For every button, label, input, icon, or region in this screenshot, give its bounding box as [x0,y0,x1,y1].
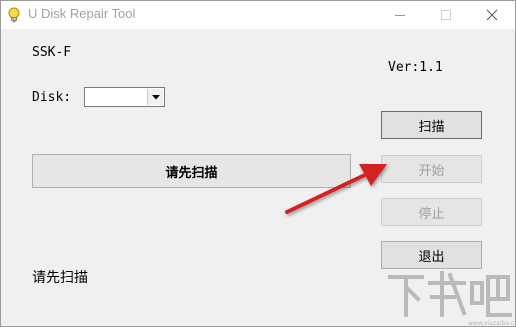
version-label: Ver:1.1 [388,60,443,75]
window-title: U Disk Repair Tool [28,6,136,21]
stop-button[interactable]: 停止 [381,198,482,226]
start-button[interactable]: 开始 [381,155,482,183]
app-window: U Disk Repair Tool SSK-F Ver:1.1 Disk: 请… [0,0,516,327]
minimize-icon [395,15,405,16]
progress-text: 请先扫描 [165,165,218,181]
chevron-down-icon [151,94,160,99]
svg-text:www.xiazaiba.com: www.xiazaiba.com [468,320,514,327]
lightbulb-icon [8,7,20,23]
watermark-logo: www.xiazaiba.com [388,271,514,327]
maximize-button[interactable] [423,1,469,29]
disk-select[interactable] [84,87,165,107]
exit-button[interactable]: 退出 [381,241,482,269]
dropdown-button[interactable] [147,89,163,105]
minimize-button[interactable] [377,1,423,29]
scan-button[interactable]: 扫描 [381,111,482,139]
red-arrow-annotation [285,164,387,214]
device-model-label: SSK-F [32,45,72,60]
title-bar[interactable]: U Disk Repair Tool [1,1,515,29]
status-text: 请先扫描 [32,270,88,286]
maximize-icon [441,10,451,20]
disk-label: Disk: [32,90,72,105]
close-icon [486,9,498,21]
close-button[interactable] [469,1,515,29]
